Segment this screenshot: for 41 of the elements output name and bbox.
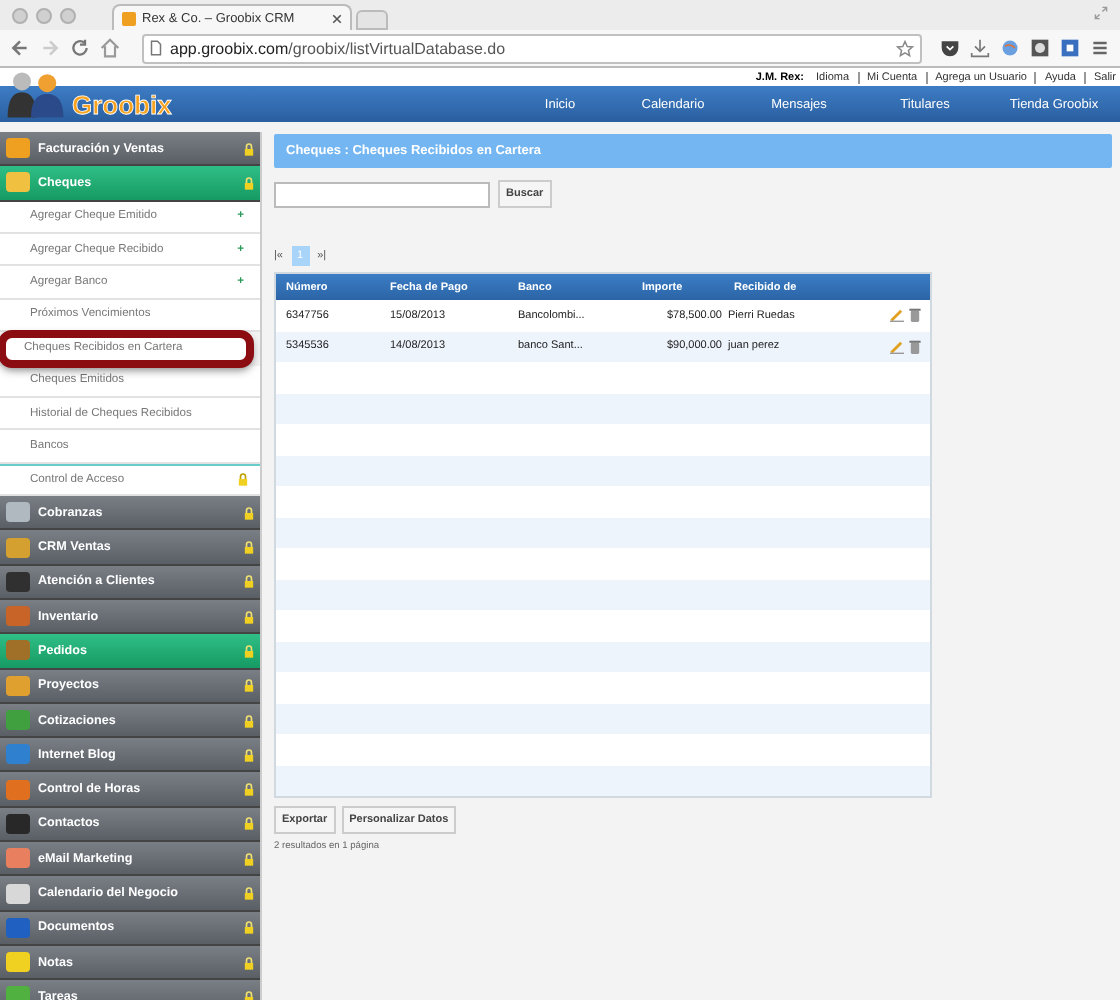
- reload-icon[interactable]: [70, 38, 90, 58]
- lock-icon: [244, 747, 254, 762]
- lock-icon: [244, 955, 254, 970]
- home-icon[interactable]: [100, 38, 120, 58]
- lock-icon: [244, 574, 254, 589]
- address-bar[interactable]: app.groobix.com/groobix/listVirtualDatabase.do: [142, 33, 922, 63]
- trash-icon[interactable]: [908, 308, 922, 323]
- logo-text[interactable]: Groobix: [72, 89, 172, 119]
- lock-icon: [244, 989, 254, 1000]
- window-zoom-dot[interactable]: [60, 7, 76, 23]
- lock-icon: [244, 678, 254, 693]
- lock-icon: [244, 713, 254, 728]
- lock-icon: [244, 609, 254, 624]
- pencil-icon[interactable]: [890, 308, 904, 323]
- lock-icon: [244, 886, 254, 901]
- lock-icon: [244, 141, 254, 156]
- pocket-icon[interactable]: [940, 38, 960, 58]
- download-icon[interactable]: [970, 38, 990, 58]
- window-minimize-dot[interactable]: [36, 7, 52, 23]
- globe-icon[interactable]: [1000, 38, 1020, 58]
- fullscreen-icon[interactable]: [1094, 6, 1108, 20]
- lock-icon: [244, 643, 254, 658]
- trash-icon[interactable]: [908, 339, 922, 354]
- menu-icon[interactable]: [1090, 38, 1110, 58]
- lock-icon: [244, 851, 254, 866]
- star-icon[interactable]: [896, 39, 914, 57]
- lock-icon: [244, 175, 254, 190]
- window-close-dot[interactable]: [12, 7, 28, 23]
- back-icon[interactable]: [10, 38, 30, 58]
- search-field[interactable]: [274, 181, 490, 207]
- lock-icon: [244, 920, 254, 935]
- extension-icon[interactable]: [1030, 38, 1050, 58]
- close-icon[interactable]: [332, 13, 342, 23]
- lock-icon: [238, 472, 248, 487]
- lock-icon: [244, 540, 254, 555]
- favicon-icon: [122, 11, 136, 25]
- lock-icon: [244, 505, 254, 520]
- lock-icon: [244, 782, 254, 797]
- page-icon: [150, 40, 162, 56]
- pencil-icon[interactable]: [890, 339, 904, 354]
- lock-icon: [244, 816, 254, 831]
